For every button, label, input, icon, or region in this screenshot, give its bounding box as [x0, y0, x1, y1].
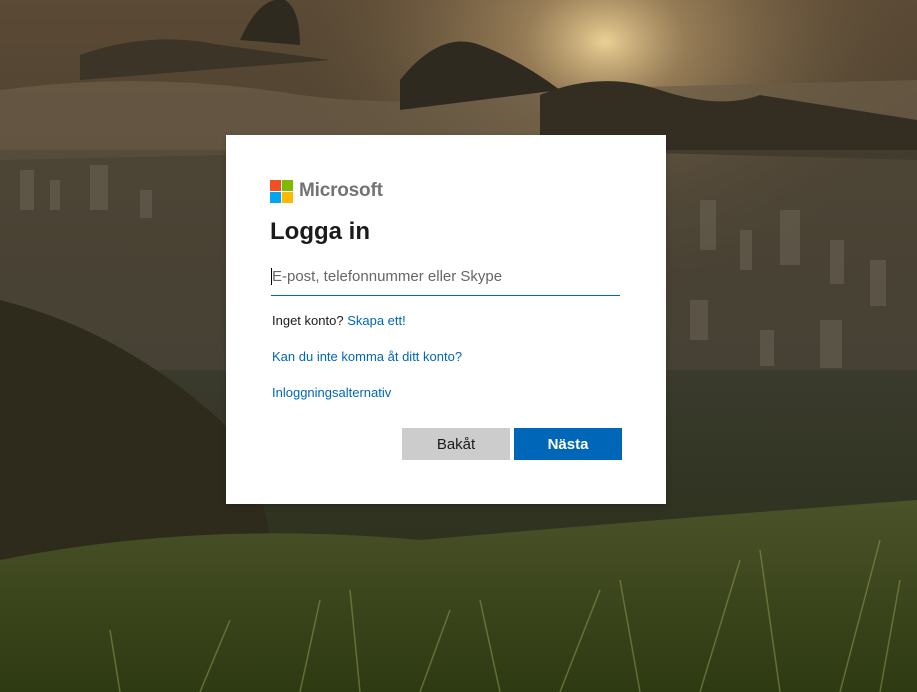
microsoft-logo: Microsoft [270, 179, 383, 203]
cant-access-row: Kan du inte komma åt ditt konto? [272, 349, 462, 364]
create-account-link[interactable]: Skapa ett! [347, 313, 406, 328]
email-field-wrapper [271, 261, 621, 296]
microsoft-logo-icon [270, 179, 293, 203]
next-button[interactable]: Nästa [514, 428, 622, 460]
signin-options-link[interactable]: Inloggningsalternativ [272, 385, 391, 400]
text-cursor [271, 268, 272, 285]
email-field[interactable] [271, 261, 621, 291]
signin-card: Microsoft Logga in Inget konto? Skapa et… [226, 135, 666, 504]
back-button[interactable]: Bakåt [402, 428, 510, 460]
signin-options-row: Inloggningsalternativ [272, 385, 391, 400]
no-account-text: Inget konto? [272, 313, 344, 328]
microsoft-logo-text: Microsoft [299, 180, 383, 201]
no-account-row: Inget konto? Skapa ett! [272, 313, 406, 328]
cant-access-account-link[interactable]: Kan du inte komma åt ditt konto? [272, 349, 462, 364]
page-title: Logga in [270, 218, 370, 245]
